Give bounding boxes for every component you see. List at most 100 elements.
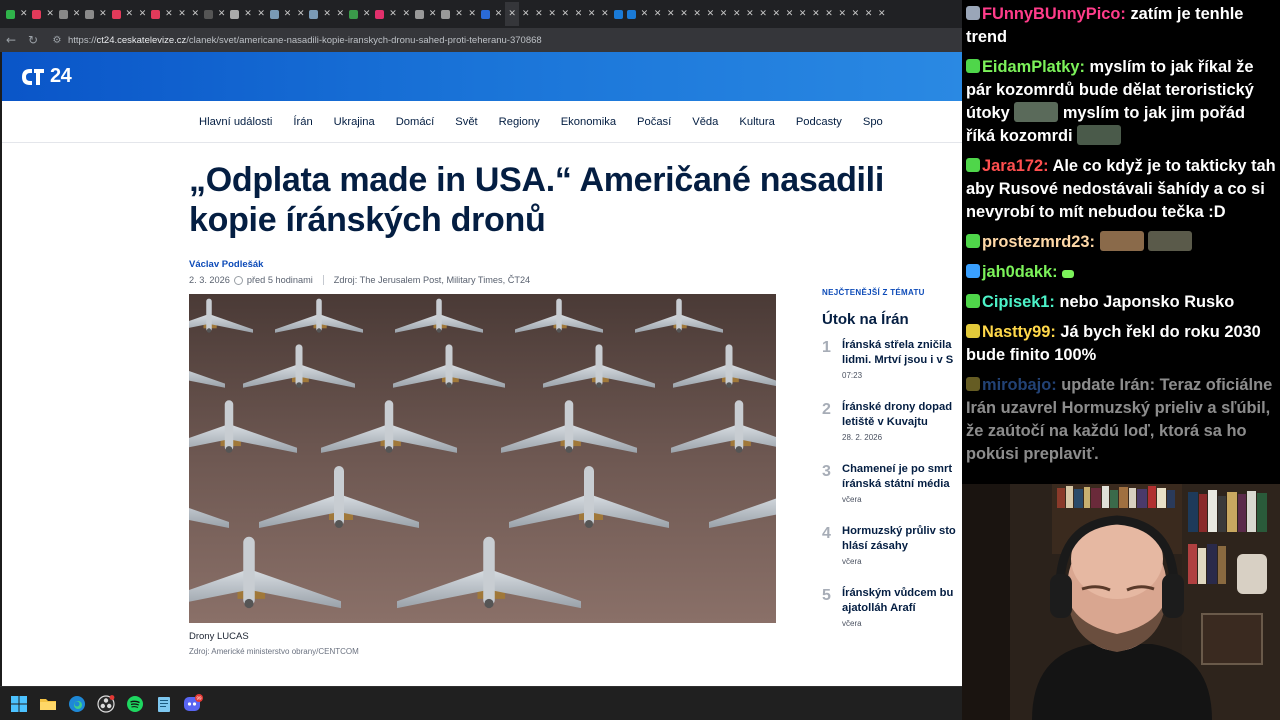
browser-tab[interactable]: ✕ — [136, 2, 149, 26]
browser-tab[interactable]: ✕ — [598, 2, 611, 26]
browser-tab-active[interactable]: ✕ — [505, 2, 520, 26]
browser-tab[interactable] — [202, 2, 215, 26]
sidebar-list-item[interactable]: 5 Íránským vůdcem bu ajatolláh Arafí včera — [822, 586, 962, 648]
browser-tab[interactable]: ✕ — [836, 2, 849, 26]
browser-tab[interactable] — [611, 2, 624, 26]
spotify-icon[interactable] — [124, 693, 146, 715]
sidebar-list-item[interactable]: 1 Íránská střela zničila lidmi. Mrtví jsou… — [822, 338, 962, 400]
browser-tab[interactable]: ✕ — [862, 2, 875, 26]
browser-tab[interactable]: ✕ — [17, 2, 30, 26]
browser-tab[interactable]: ✕ — [321, 2, 334, 26]
nav-item[interactable]: Počasí — [637, 116, 671, 128]
browser-tab[interactable]: ✕ — [96, 2, 109, 26]
browser-tab[interactable]: ✕ — [532, 2, 545, 26]
discord-icon[interactable]: 99 — [182, 693, 204, 715]
nav-item[interactable]: Regiony — [499, 116, 540, 128]
browser-tab[interactable]: ✕ — [215, 2, 228, 26]
browser-tab[interactable] — [373, 2, 386, 26]
browser-tab[interactable]: ✕ — [44, 2, 57, 26]
browser-tab[interactable]: ✕ — [175, 2, 188, 26]
browser-tab[interactable]: ✕ — [70, 2, 83, 26]
browser-tab[interactable] — [347, 2, 360, 26]
article-author[interactable]: Václav Podlešák — [189, 259, 263, 270]
browser-tab[interactable]: ✕ — [123, 2, 136, 26]
nav-item[interactable]: Hlavní události — [199, 116, 272, 128]
browser-tab[interactable] — [149, 2, 162, 26]
chat-username[interactable]: Jara172 — [982, 157, 1043, 175]
browser-tab[interactable]: ✕ — [162, 2, 175, 26]
chat-username[interactable]: Nastty99 — [982, 323, 1050, 341]
browser-tab[interactable]: ✕ — [704, 2, 717, 26]
browser-tab[interactable]: ✕ — [255, 2, 268, 26]
nav-item[interactable]: Ukrajina — [334, 116, 375, 128]
browser-tab[interactable] — [625, 2, 638, 26]
browser-tab[interactable]: ✕ — [664, 2, 677, 26]
browser-tab[interactable] — [30, 2, 43, 26]
browser-tab[interactable] — [479, 2, 492, 26]
browser-tab[interactable]: ✕ — [334, 2, 347, 26]
ct24-logo[interactable]: 24 — [20, 65, 72, 88]
browser-tab[interactable] — [268, 2, 281, 26]
browser-tab[interactable]: ✕ — [822, 2, 835, 26]
browser-tab[interactable]: ✕ — [849, 2, 862, 26]
browser-tab[interactable]: ✕ — [770, 2, 783, 26]
browser-tab[interactable]: ✕ — [294, 2, 307, 26]
browser-tab[interactable]: ✕ — [189, 2, 202, 26]
sidebar-title[interactable]: Útok na Írán — [822, 311, 962, 328]
chat-username[interactable]: Cipisek1 — [982, 293, 1049, 311]
nav-item[interactable]: Podcasty — [796, 116, 842, 128]
article-image[interactable] — [189, 294, 776, 623]
nav-item[interactable]: Ekonomika — [561, 116, 616, 128]
file-explorer-icon[interactable] — [37, 693, 59, 715]
browser-tab[interactable]: ✕ — [691, 2, 704, 26]
browser-tab[interactable]: ✕ — [519, 2, 532, 26]
browser-tab[interactable] — [110, 2, 123, 26]
browser-tab[interactable] — [413, 2, 426, 26]
nav-item[interactable]: Svět — [455, 116, 477, 128]
nav-item[interactable]: Spo — [863, 116, 883, 128]
edge-browser-icon[interactable] — [66, 693, 88, 715]
chat-username[interactable]: FUnnyBUnnyPico — [982, 5, 1120, 23]
browser-tab[interactable]: ✕ — [492, 2, 505, 26]
sidebar-list-item[interactable]: 3 Chameneí je po smrt íránská státní média… — [822, 462, 962, 524]
browser-tab[interactable]: ✕ — [426, 2, 439, 26]
chat-username[interactable]: mirobajo — [982, 376, 1051, 394]
browser-tab[interactable]: ✕ — [651, 2, 664, 26]
browser-tab[interactable]: ✕ — [400, 2, 413, 26]
browser-tab[interactable]: ✕ — [559, 2, 572, 26]
browser-tab[interactable]: ✕ — [241, 2, 254, 26]
url-field[interactable]: ⚙ https://ct24.ceskatelevize.cz/clanek/s… — [50, 30, 962, 50]
nav-item[interactable]: Domácí — [396, 116, 435, 128]
browser-tab[interactable] — [307, 2, 320, 26]
chat-username[interactable]: EidamPlatky — [982, 58, 1079, 76]
reload-icon[interactable]: ↻ — [22, 29, 44, 51]
browser-tab[interactable] — [439, 2, 452, 26]
browser-tab[interactable] — [57, 2, 70, 26]
browser-tab[interactable] — [83, 2, 96, 26]
site-info-icon[interactable]: ⚙ — [50, 33, 64, 47]
browser-tab[interactable]: ✕ — [743, 2, 756, 26]
sidebar-list-item[interactable]: 4 Hormuzský průliv sto hlásí zásahy včera — [822, 524, 962, 586]
browser-tab[interactable]: ✕ — [717, 2, 730, 26]
browser-tab[interactable]: ✕ — [585, 2, 598, 26]
browser-tab[interactable]: ✕ — [677, 2, 690, 26]
browser-tab[interactable]: ✕ — [638, 2, 651, 26]
back-arrow-icon[interactable]: ← — [0, 29, 22, 51]
browser-tab[interactable]: ✕ — [796, 2, 809, 26]
browser-tab[interactable]: ✕ — [360, 2, 373, 26]
browser-tab[interactable]: ✕ — [281, 2, 294, 26]
obs-icon[interactable] — [95, 693, 117, 715]
nav-item[interactable]: Írán — [293, 116, 312, 128]
browser-tab[interactable]: ✕ — [466, 2, 479, 26]
notepad-icon[interactable] — [153, 693, 175, 715]
chat-username[interactable]: jah0dakk — [982, 263, 1052, 281]
browser-tab[interactable]: ✕ — [452, 2, 465, 26]
browser-tab[interactable]: ✕ — [809, 2, 822, 26]
nav-item[interactable]: Kultura — [739, 116, 774, 128]
browser-tab[interactable]: ✕ — [757, 2, 770, 26]
chat-username[interactable]: prostezmrd23 — [982, 233, 1089, 251]
sidebar-list-item[interactable]: 2 Íránské drony dopad letiště v Kuvajtu 28.… — [822, 400, 962, 462]
browser-tab[interactable] — [228, 2, 241, 26]
browser-tab[interactable]: ✕ — [546, 2, 559, 26]
browser-tab[interactable]: ✕ — [386, 2, 399, 26]
